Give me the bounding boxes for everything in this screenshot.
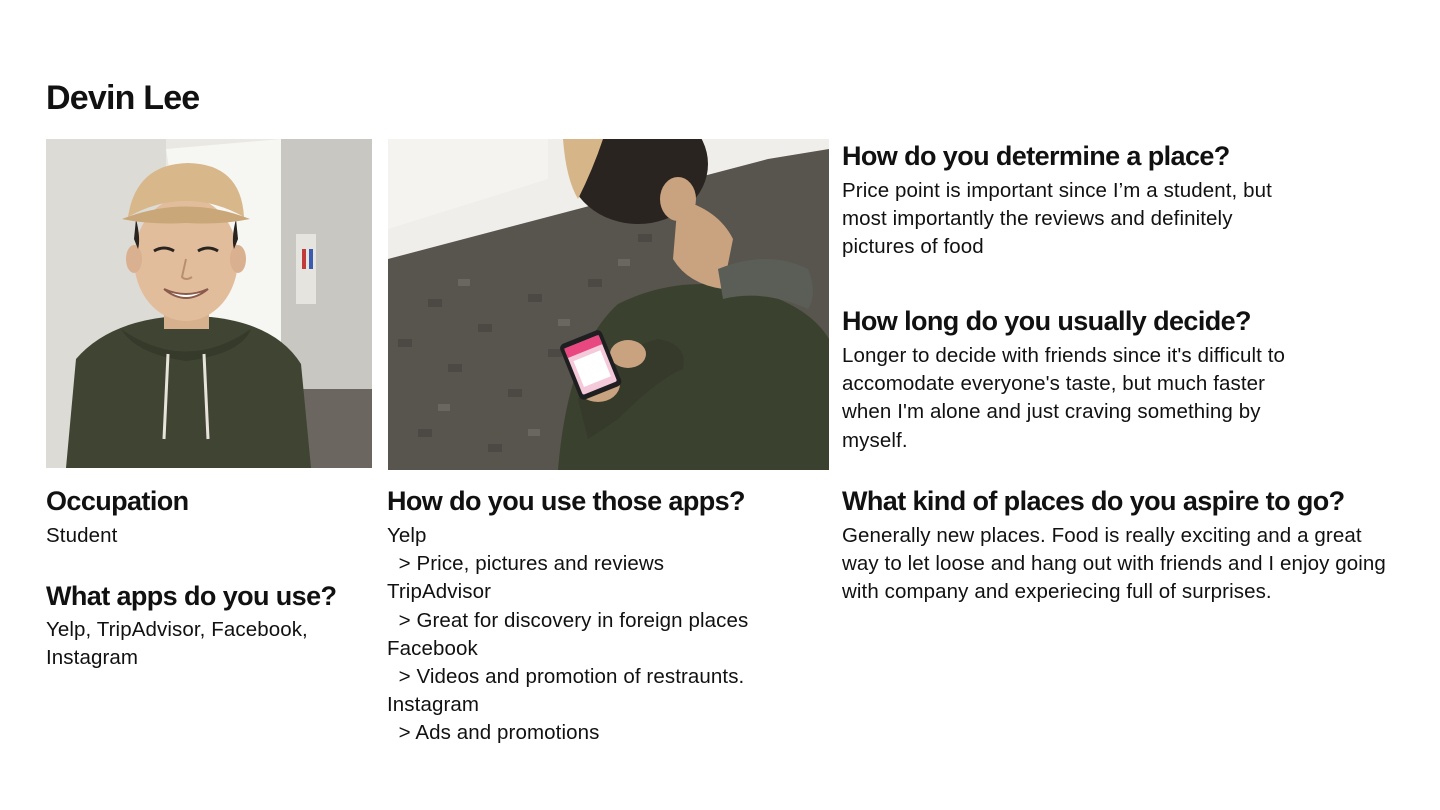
list-item: Facebook bbox=[387, 636, 478, 660]
persona-using-phone-photo bbox=[388, 139, 829, 470]
apps-used-value: Yelp, TripAdvisor, Facebook, Instagram bbox=[46, 618, 308, 670]
list-item: > Videos and promotion of restraunts. bbox=[387, 665, 745, 689]
decide-time-value: Longer to decide with friends since it's… bbox=[842, 344, 1285, 452]
aspire-places-value: Generally new places. Food is really exc… bbox=[842, 524, 1386, 604]
list-item: Instagram bbox=[387, 693, 480, 717]
list-item: > Great for discovery in foreign places bbox=[387, 608, 749, 632]
occupation-value: Student bbox=[46, 524, 118, 547]
apps-usage-heading: How do you use those apps? bbox=[387, 486, 746, 516]
apps-used-heading: What apps do you use? bbox=[46, 581, 337, 611]
list-item: TripAdvisor bbox=[387, 580, 492, 604]
apps-usage-list: Yelp > Price, pictures and reviews TripA… bbox=[387, 522, 827, 748]
occupation-heading: Occupation bbox=[46, 486, 189, 516]
determine-place-heading: How do you determine a place? bbox=[842, 141, 1230, 171]
aspire-places-heading: What kind of places do you aspire to go? bbox=[842, 486, 1345, 516]
persona-name: Devin Lee bbox=[46, 79, 200, 117]
decide-time-heading: How long do you usually decide? bbox=[842, 306, 1252, 336]
persona-portrait-photo bbox=[46, 139, 372, 468]
list-item: > Price, pictures and reviews bbox=[387, 552, 665, 576]
list-item: > Ads and promotions bbox=[387, 721, 600, 745]
determine-place-value: Price point is important since I’m a stu… bbox=[842, 179, 1272, 259]
list-item: Yelp bbox=[387, 524, 427, 547]
